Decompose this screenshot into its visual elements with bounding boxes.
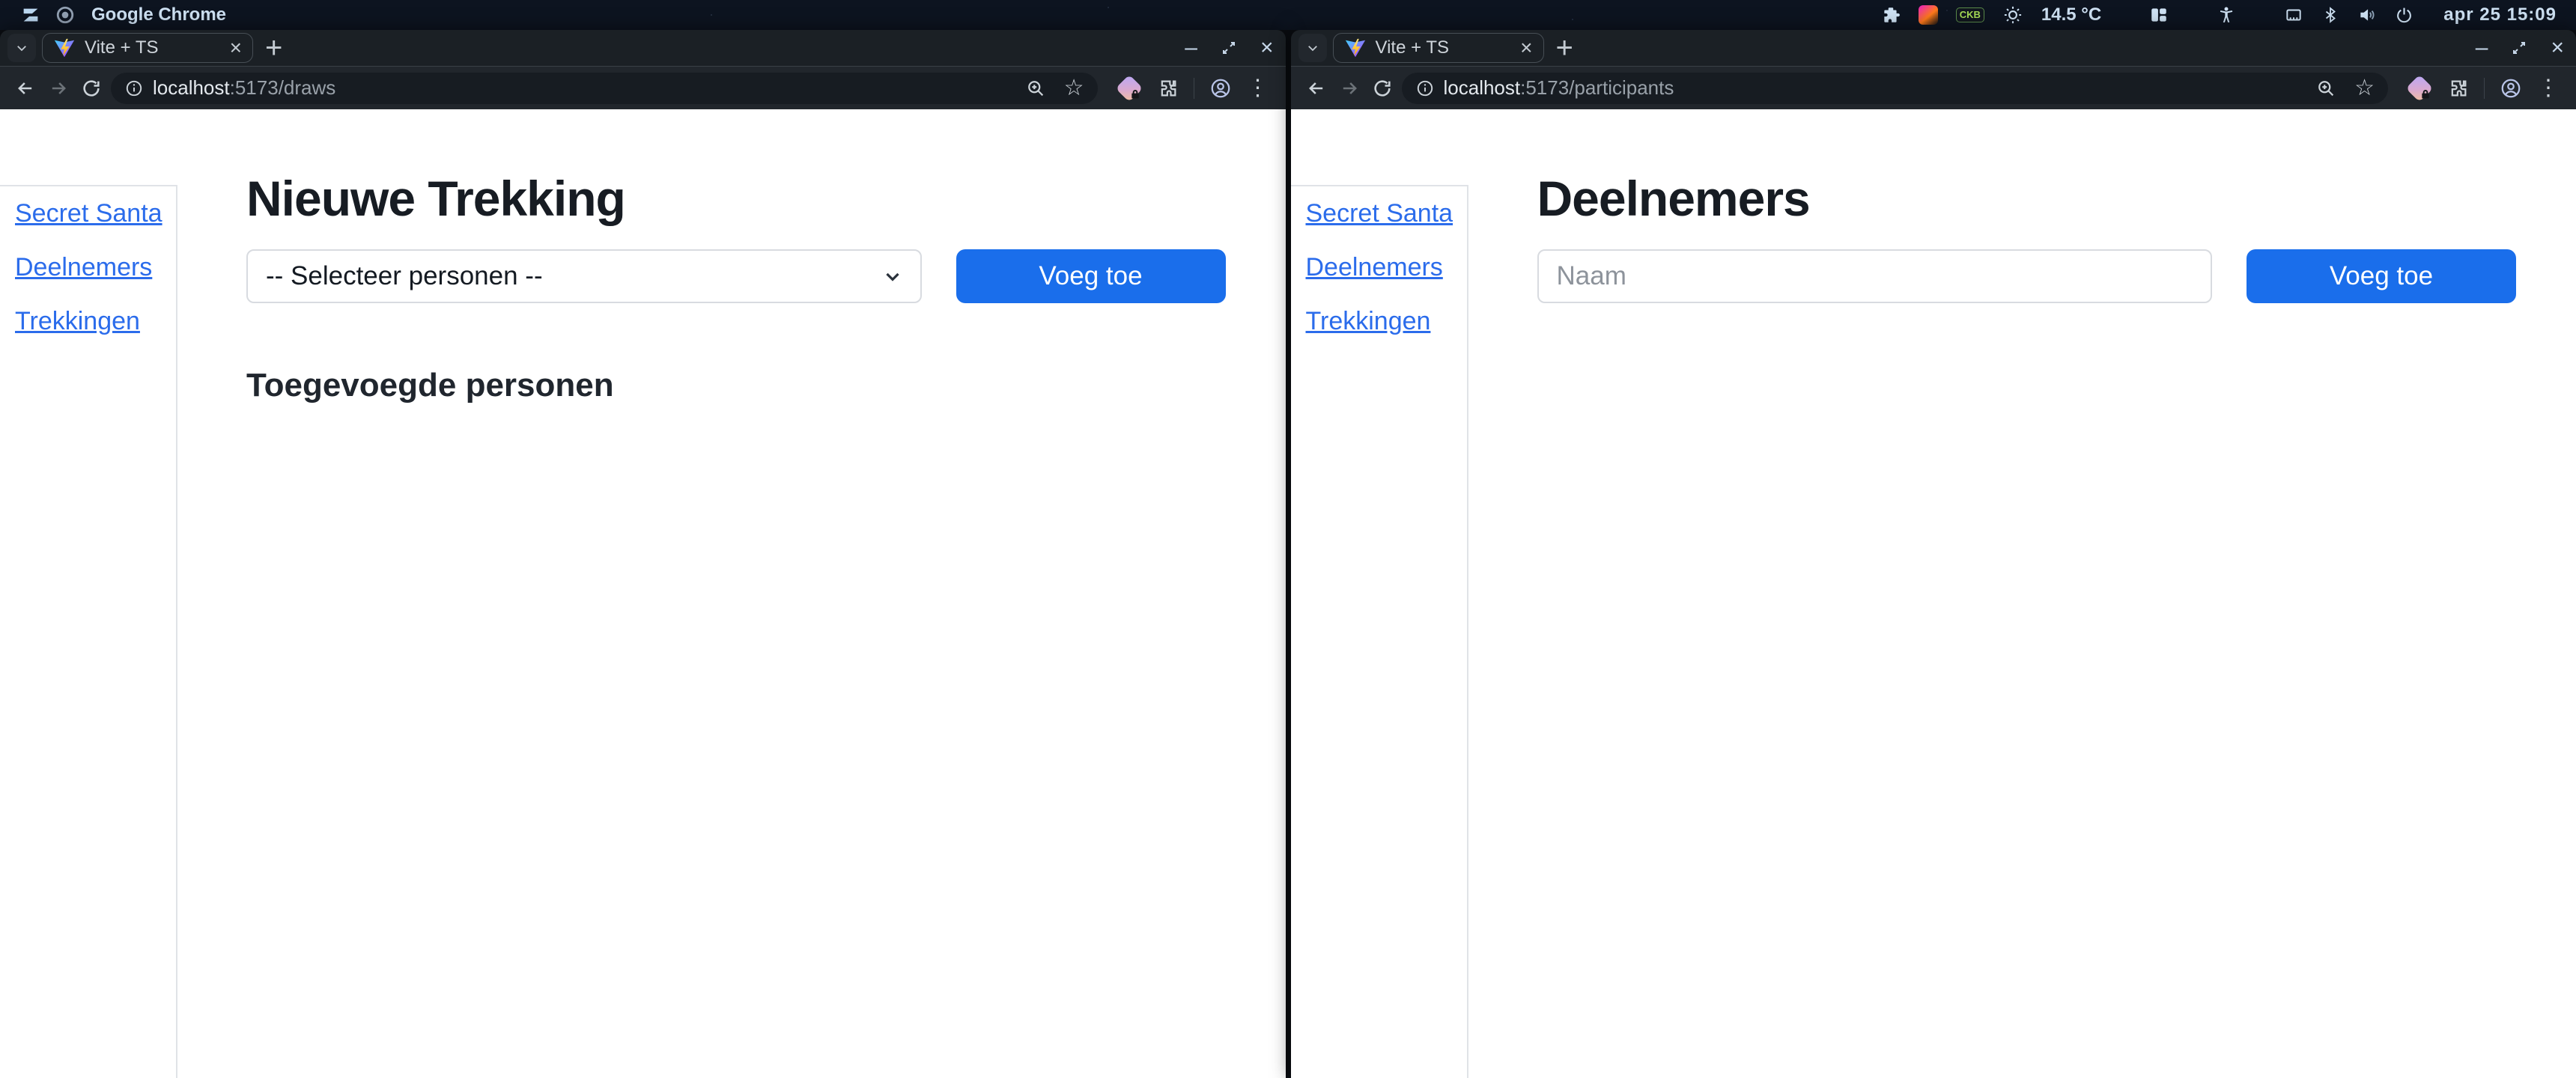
tray-extension-puzzle-icon[interactable] bbox=[1881, 5, 1901, 25]
add-draw-button[interactable]: Voeg toe bbox=[956, 249, 1226, 303]
page-title: Deelnemers bbox=[1537, 170, 2517, 227]
chrome-app-icon[interactable] bbox=[55, 5, 75, 25]
new-tab-button[interactable]: + bbox=[1556, 31, 1573, 65]
bookmark-star-icon[interactable]: ☆ bbox=[1064, 75, 1084, 101]
tab-close-icon[interactable]: × bbox=[230, 37, 242, 58]
power-icon[interactable] bbox=[2395, 6, 2414, 25]
nav-link-secret-santa[interactable]: Secret Santa bbox=[1306, 200, 1467, 227]
added-persons-subheading: Toegevoegde personen bbox=[246, 367, 1226, 404]
forward-button[interactable] bbox=[1333, 72, 1366, 105]
password-manager-extension-icon[interactable] bbox=[2406, 75, 2433, 102]
url-text: localhost:5173/draws bbox=[153, 76, 335, 100]
sidebar-nav: Secret Santa Deelnemers Trekkingen bbox=[1291, 185, 1468, 1078]
nav-link-trekkingen[interactable]: Trekkingen bbox=[15, 308, 176, 335]
profile-avatar-icon[interactable] bbox=[2500, 77, 2522, 100]
back-button[interactable] bbox=[9, 72, 42, 105]
window-controls: – × bbox=[1185, 37, 1285, 59]
browser-tab[interactable]: Vite + TS × bbox=[1333, 33, 1544, 63]
password-manager-extension-icon[interactable] bbox=[1116, 75, 1143, 102]
browser-toolbar: localhost:5173/participants ☆ bbox=[1291, 66, 2576, 109]
select-value: -- Selecteer personen -- bbox=[266, 261, 543, 291]
network-ethernet-icon[interactable] bbox=[2284, 5, 2303, 25]
sidebar-nav: Secret Santa Deelnemers Trekkingen bbox=[0, 185, 177, 1078]
extension-icons: ⋮ bbox=[1105, 75, 1277, 102]
address-bar[interactable]: localhost:5173/participants ☆ bbox=[1402, 73, 2389, 104]
tiling-layout-icon[interactable] bbox=[2149, 5, 2169, 25]
site-info-icon[interactable] bbox=[124, 79, 144, 98]
clock[interactable]: apr 25 15:09 bbox=[2443, 4, 2557, 25]
vite-favicon bbox=[53, 37, 76, 59]
accessibility-icon[interactable] bbox=[2217, 5, 2236, 25]
extensions-puzzle-icon[interactable] bbox=[1158, 78, 1179, 99]
volume-icon[interactable] bbox=[2357, 5, 2377, 25]
browser-tab[interactable]: Vite + TS × bbox=[42, 33, 253, 63]
window-controls: – × bbox=[2476, 37, 2576, 59]
participants-select[interactable]: -- Selecteer personen -- bbox=[246, 249, 922, 303]
system-panel: Google Chrome CKB 14.5 °C bbox=[0, 0, 2576, 30]
nav-link-secret-santa[interactable]: Secret Santa bbox=[15, 200, 176, 227]
toolbar-separator bbox=[2484, 78, 2485, 99]
tab-search-button[interactable] bbox=[7, 34, 36, 62]
restore-button[interactable] bbox=[2510, 39, 2528, 57]
back-button[interactable] bbox=[1300, 72, 1333, 105]
forward-button[interactable] bbox=[42, 72, 75, 105]
zorin-menu-icon[interactable] bbox=[19, 4, 42, 26]
tab-strip: Vite + TS × + – × bbox=[0, 30, 1286, 66]
temperature-reading[interactable]: 14.5 °C bbox=[2041, 4, 2101, 25]
address-bar[interactable]: localhost:5173/draws ☆ bbox=[111, 73, 1098, 104]
zoom-indicator-icon[interactable] bbox=[1025, 78, 1046, 99]
tab-search-button[interactable] bbox=[1298, 34, 1327, 62]
active-app-title[interactable]: Google Chrome bbox=[91, 4, 226, 25]
tiled-windows: Vite + TS × + – × bbox=[0, 30, 2576, 1078]
minimize-button[interactable]: – bbox=[1185, 37, 1197, 59]
extensions-puzzle-icon[interactable] bbox=[2448, 78, 2469, 99]
chevron-down-icon bbox=[881, 265, 904, 287]
zoom-indicator-icon[interactable] bbox=[2315, 78, 2336, 99]
reload-button[interactable] bbox=[1366, 72, 1399, 105]
bookmark-star-icon[interactable]: ☆ bbox=[2354, 75, 2375, 101]
browser-window-participants: Vite + TS × + – × bbox=[1291, 30, 2576, 1078]
desktop: Google Chrome CKB 14.5 °C bbox=[0, 0, 2576, 1078]
menu-kebab-icon[interactable]: ⋮ bbox=[1247, 77, 1269, 100]
tab-title: Vite + TS bbox=[85, 37, 159, 58]
nav-link-deelnemers[interactable]: Deelnemers bbox=[15, 254, 176, 281]
main-content: Nieuwe Trekking -- Selecteer personen --… bbox=[177, 109, 1286, 1078]
vite-favicon bbox=[1344, 37, 1367, 59]
browser-window-draws: Vite + TS × + – × bbox=[0, 30, 1286, 1078]
web-page-draws: Secret Santa Deelnemers Trekkingen Nieuw… bbox=[0, 109, 1286, 1078]
tray-color-app-icon[interactable] bbox=[1919, 5, 1938, 25]
reload-button[interactable] bbox=[75, 72, 108, 105]
nav-link-trekkingen[interactable]: Trekkingen bbox=[1306, 308, 1467, 335]
tab-close-icon[interactable]: × bbox=[1520, 37, 1532, 58]
minimize-button[interactable]: – bbox=[2476, 37, 2488, 59]
close-window-button[interactable]: × bbox=[1260, 37, 1274, 59]
name-input[interactable] bbox=[1537, 249, 2213, 303]
new-tab-button[interactable]: + bbox=[265, 31, 282, 65]
add-participant-button[interactable]: Voeg toe bbox=[2247, 249, 2516, 303]
bluetooth-icon[interactable] bbox=[2321, 6, 2339, 24]
profile-avatar-icon[interactable] bbox=[1209, 77, 1232, 100]
close-window-button[interactable]: × bbox=[2551, 37, 2564, 59]
web-page-participants: Secret Santa Deelnemers Trekkingen Deeln… bbox=[1291, 109, 2576, 1078]
menu-kebab-icon[interactable]: ⋮ bbox=[2537, 77, 2560, 100]
tab-title: Vite + TS bbox=[1376, 37, 1450, 58]
site-info-icon[interactable] bbox=[1415, 79, 1435, 98]
url-text: localhost:5173/participants bbox=[1444, 76, 1674, 100]
main-content: Deelnemers Voeg toe bbox=[1468, 109, 2576, 1078]
tray-keyboard-badge[interactable]: CKB bbox=[1956, 7, 1984, 22]
page-title: Nieuwe Trekking bbox=[246, 170, 1226, 227]
nav-link-deelnemers[interactable]: Deelnemers bbox=[1306, 254, 1467, 281]
browser-toolbar: localhost:5173/draws ☆ bbox=[0, 66, 1286, 109]
sun-weather-icon[interactable] bbox=[2002, 4, 2023, 25]
restore-button[interactable] bbox=[1220, 39, 1238, 57]
extension-icons: ⋮ bbox=[2396, 75, 2567, 102]
tab-strip: Vite + TS × + – × bbox=[1291, 30, 2576, 66]
